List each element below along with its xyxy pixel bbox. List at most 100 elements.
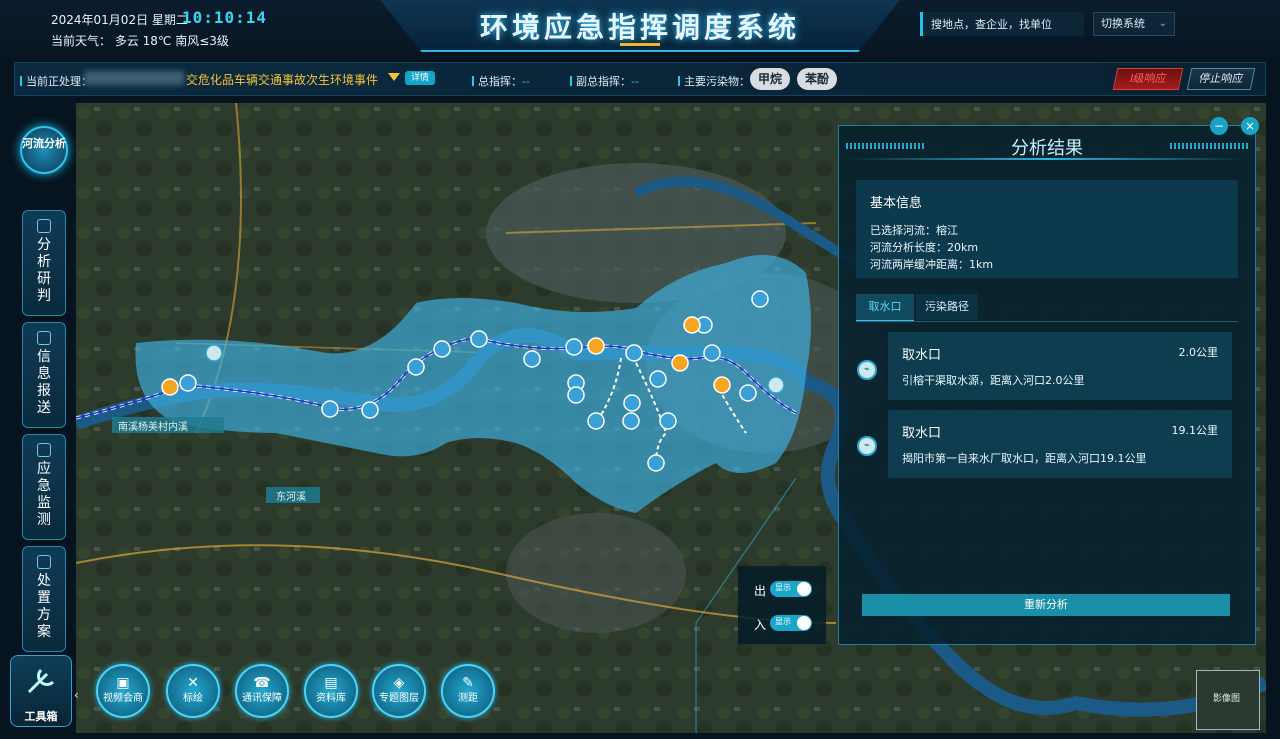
basemap-switcher[interactable]: 影像图 [1196, 670, 1260, 730]
result-card[interactable]: 取水口 2.0公里 引榕干渠取水源，距离入河口2.0公里 [888, 332, 1232, 400]
nav-icon [37, 331, 51, 345]
buffer-distance: 河流两岸缓冲距离：1km [870, 258, 994, 271]
inlet-marker [470, 330, 488, 348]
date-text: 2024年01月02日 星期二 [51, 13, 188, 27]
database-button[interactable]: ▤ 资料库 [304, 664, 358, 718]
inlet-marker [321, 400, 339, 418]
intake-icon: ⌁ [857, 360, 877, 380]
toggle-out[interactable]: 显示 [770, 581, 812, 597]
inlet-marker [622, 412, 640, 430]
response-level-button[interactable]: Ⅰ级响应 [1112, 68, 1184, 90]
card-distance: 2.0公里 [1178, 346, 1219, 359]
inlet-marker [179, 374, 197, 392]
intake-marker [205, 344, 223, 362]
ruler-icon: ✎ [462, 675, 474, 691]
toggle-in[interactable]: 显示 [770, 615, 812, 631]
inlet-marker [361, 401, 379, 419]
legend-panel [738, 566, 826, 644]
legend-out-label: 出 [754, 584, 767, 598]
inlet-marker [407, 358, 425, 376]
river-label: 南溪杨美村内溪 [118, 422, 188, 433]
intake-icon: ⌁ [857, 436, 877, 456]
tab-intake[interactable]: 取水口 [856, 294, 914, 322]
inlet-marker [523, 350, 541, 368]
inlet-marker [649, 370, 667, 388]
tools-icon [27, 668, 55, 694]
outlet-marker [587, 337, 605, 355]
processing-label: 当前正处理： [20, 73, 92, 89]
book-icon: ▤ [324, 675, 338, 691]
video-icon: ▣ [116, 675, 130, 691]
close-button[interactable]: × [1241, 117, 1259, 135]
close-icon: × [1244, 119, 1256, 133]
nav-analysis[interactable]: 分析研判 [22, 210, 66, 316]
page-title: 环境应急指挥调度系统 [479, 11, 800, 44]
basic-info-title: 基本信息 [870, 196, 923, 211]
phone-icon: ☎ [253, 675, 271, 691]
card-title: 取水口 [902, 348, 942, 363]
outlet-marker [683, 316, 701, 334]
event-name[interactable]: 交危化品车辆交通事故次生环境事件 [186, 71, 378, 88]
card-distance: 19.1公里 [1171, 424, 1219, 437]
pollutant-label: 主要污染物： [678, 73, 750, 89]
urban-area [506, 513, 686, 633]
measure-button[interactable]: ✎ 测距 [441, 664, 495, 718]
nav-report[interactable]: 信息报送 [22, 322, 66, 428]
pollutant-tag[interactable]: 苯酚 [797, 68, 837, 90]
card-title: 取水口 [902, 426, 942, 441]
panel-title: 分析结果 [1011, 138, 1083, 159]
chevron-down-icon: ⌄ [1158, 18, 1167, 29]
layers-icon: ◈ [393, 675, 405, 691]
river-analysis-button[interactable]: 河流分析 [20, 126, 68, 174]
nav-icon [37, 555, 51, 569]
toggle-knob [797, 616, 811, 630]
pollutant-tag[interactable]: 甲烷 [750, 68, 790, 90]
inlet-marker [567, 386, 585, 404]
inlet-marker [751, 290, 769, 308]
inlet-marker [739, 384, 757, 402]
toolbox-button[interactable]: 工具箱 [10, 655, 72, 727]
title-underline [620, 43, 660, 46]
outlet-marker [671, 354, 689, 372]
event-dropdown-icon[interactable] [388, 73, 400, 81]
legend-in-label: 入 [754, 618, 767, 632]
video-conference-button[interactable]: ▣ 视频会商 [96, 664, 150, 718]
nav-icon [37, 219, 51, 233]
intake-marker [767, 376, 785, 394]
layers-button[interactable]: ◈ 专题图层 [372, 664, 426, 718]
plot-icon: ✕ [187, 675, 199, 691]
river-selected: 已选择河流：榕江 [870, 224, 958, 237]
card-desc: 揭阳市第一自来水厂取水口，距离入河口19.1公里 [902, 452, 1147, 465]
reanalyze-button[interactable]: 重新分析 [862, 594, 1230, 616]
switch-system-dropdown[interactable]: 切换系统 ⌄ [1093, 12, 1175, 36]
tab-pollution-path[interactable]: 污染路径 [916, 294, 978, 320]
inlet-marker [433, 340, 451, 358]
detail-button[interactable]: 详情 [405, 71, 435, 85]
stop-response-button[interactable]: 停止响应 [1186, 68, 1256, 90]
deputy-commander: 副总指挥：-- [570, 73, 639, 89]
search-input[interactable] [923, 12, 1083, 36]
plot-button[interactable]: ✕ 标绘 [166, 664, 220, 718]
title-divider [846, 158, 1250, 160]
nav-icon [37, 443, 51, 457]
inlet-marker [659, 412, 677, 430]
inlet-marker [565, 338, 583, 356]
basemap-label: 影像图 [1213, 694, 1241, 704]
outlet-marker [161, 378, 179, 396]
tab-divider [856, 321, 1238, 322]
result-card[interactable]: 取水口 19.1公里 揭阳市第一自来水厂取水口，距离入河口19.1公里 [888, 410, 1232, 478]
river-label: 东河溪 [276, 492, 306, 503]
nav-monitoring[interactable]: 应急监测 [22, 434, 66, 540]
minimize-button[interactable]: − [1210, 117, 1228, 135]
commander: 总指挥：-- [472, 73, 530, 89]
redacted-text [84, 71, 184, 85]
switch-system-label: 切换系统 [1101, 17, 1145, 30]
search-box[interactable] [920, 12, 1084, 36]
collapse-arrow-icon[interactable]: ‹ [74, 688, 79, 702]
outlet-marker [713, 376, 731, 394]
card-desc: 引榕干渠取水源，距离入河口2.0公里 [902, 374, 1085, 387]
inlet-marker [623, 394, 641, 412]
communication-button[interactable]: ☎ 通讯保障 [235, 664, 289, 718]
inlet-marker [587, 412, 605, 430]
nav-disposal-plan[interactable]: 处置方案 [22, 546, 66, 652]
